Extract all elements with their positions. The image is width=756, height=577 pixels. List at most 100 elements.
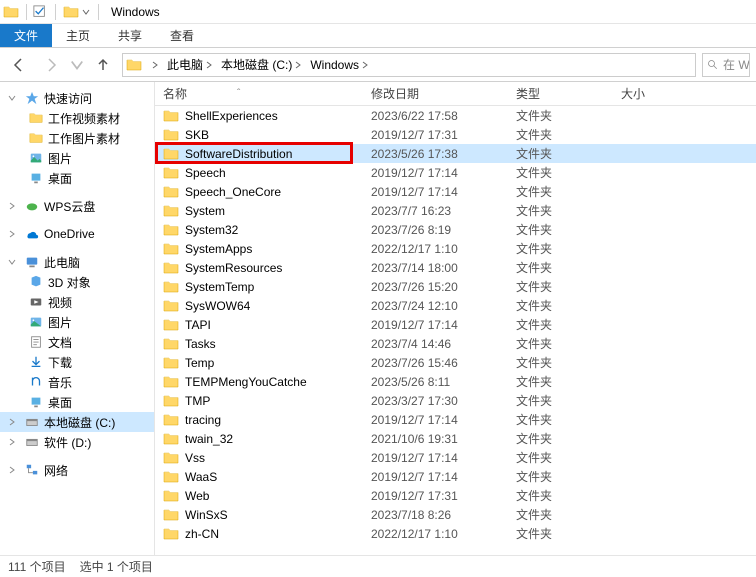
sidebar-item[interactable]: 文档 [0,332,154,352]
search-placeholder: 在 W [723,56,750,73]
file-type: 文件夹 [516,259,621,276]
folder-icon [163,203,179,219]
col-type[interactable]: 类型 [516,85,621,102]
table-row[interactable]: Temp2023/7/26 15:46文件夹 [155,353,756,372]
item-icon [28,334,44,350]
table-row[interactable]: Speech_OneCore 2019/12/7 17:14文件夹 [155,182,756,201]
tab-file[interactable]: 文件 [0,24,52,47]
col-name[interactable]: 名称ˆ [159,85,371,102]
item-icon [28,374,44,390]
crumb-root-chevron[interactable] [145,54,163,76]
sidebar-item[interactable]: 视频 [0,292,154,312]
table-row[interactable]: tracing2019/12/7 17:14文件夹 [155,410,756,429]
table-row[interactable]: Speech2019/12/7 17:14文件夹 [155,163,756,182]
table-row[interactable]: SystemApps2022/12/17 1:10文件夹 [155,239,756,258]
forward-button[interactable] [38,52,64,78]
folder-icon [163,412,179,428]
table-row[interactable]: SystemResources2023/7/14 18:00文件夹 [155,258,756,277]
table-row[interactable]: Tasks2023/7/4 14:46文件夹 [155,334,756,353]
sidebar-item[interactable]: 3D 对象 [0,272,154,292]
sidebar-item[interactable]: 图片 [0,312,154,332]
sidebar-item[interactable]: 音乐 [0,372,154,392]
file-name: Vss [185,451,205,465]
network-icon [24,462,40,478]
table-row[interactable]: ShellExperiences2023/6/22 17:58文件夹 [155,106,756,125]
sidebar-item[interactable]: 软件 (D:) [0,432,154,452]
folder-icon [163,469,179,485]
sidebar-quick-access[interactable]: 快速访问 [0,88,154,108]
table-row[interactable]: TEMPMengYouCatche2023/5/26 8:11文件夹 [155,372,756,391]
table-row[interactable]: TAPI2019/12/7 17:14文件夹 [155,315,756,334]
column-headers[interactable]: 名称ˆ 修改日期 类型 大小 [155,82,756,106]
sidebar-item[interactable]: 本地磁盘 (C:) [0,412,154,432]
table-row[interactable]: SoftwareDistribution2023/5/26 17:38文件夹 [155,144,756,163]
table-row[interactable]: TMP2023/3/27 17:30文件夹 [155,391,756,410]
sidebar-item[interactable]: 桌面 [0,392,154,412]
file-name: twain_32 [185,432,233,446]
sidebar-thispc[interactable]: 此电脑 [0,252,154,272]
file-date: 2023/3/27 17:30 [371,394,516,408]
file-name: Speech_OneCore [185,185,281,199]
tab-view[interactable]: 查看 [156,24,208,47]
search-input[interactable]: 在 W [702,53,750,77]
table-row[interactable]: Vss2019/12/7 17:14文件夹 [155,448,756,467]
file-type: 文件夹 [516,183,621,200]
file-type: 文件夹 [516,525,621,542]
sidebar-item[interactable]: 桌面 [0,168,154,188]
table-row[interactable]: Web2019/12/7 17:31文件夹 [155,486,756,505]
nav-bar: 此电脑 本地磁盘 (C:) Windows 在 W [0,48,756,82]
status-selected: 选中 1 个项目 [80,558,153,575]
file-date: 2023/5/26 8:11 [371,375,516,389]
file-name: WinSxS [185,508,228,522]
sidebar-onedrive[interactable]: OneDrive [0,224,154,244]
table-row[interactable]: System2023/7/7 16:23文件夹 [155,201,756,220]
qat-dropdown-icon[interactable] [82,8,94,16]
computer-icon [24,254,40,270]
address-bar[interactable]: 此电脑 本地磁盘 (C:) Windows [122,53,696,77]
file-name: TAPI [185,318,211,332]
status-bar: 111 个项目 选中 1 个项目 [0,555,756,577]
sidebar-network[interactable]: 网络 [0,460,154,480]
sidebar-item[interactable]: 下载 [0,352,154,372]
file-list[interactable]: ShellExperiences2023/6/22 17:58文件夹SKB201… [155,106,756,555]
crumb-thispc[interactable]: 此电脑 [163,54,217,76]
table-row[interactable]: WaaS2019/12/7 17:14文件夹 [155,467,756,486]
file-name: WaaS [185,470,217,484]
file-date: 2022/12/17 1:10 [371,242,516,256]
file-date: 2019/12/7 17:14 [371,185,516,199]
table-row[interactable]: SystemTemp2023/7/26 15:20文件夹 [155,277,756,296]
table-row[interactable]: SysWOW642023/7/24 12:10文件夹 [155,296,756,315]
file-date: 2023/7/24 12:10 [371,299,516,313]
sidebar-item[interactable]: 工作图片素材 [0,128,154,148]
col-date[interactable]: 修改日期 [371,85,516,102]
item-icon [28,354,44,370]
file-name: SoftwareDistribution [185,147,292,161]
file-date: 2023/7/26 8:19 [371,223,516,237]
sidebar-wps[interactable]: WPS云盘 [0,196,154,216]
sidebar-item[interactable]: 工作视频素材 [0,108,154,128]
back-button[interactable] [6,52,32,78]
folder-icon [163,165,179,181]
app-folder-icon [2,3,20,21]
file-date: 2019/12/7 17:14 [371,470,516,484]
file-name: System32 [185,223,238,237]
file-type: 文件夹 [516,202,621,219]
folder-icon [163,260,179,276]
table-row[interactable]: WinSxS2023/7/18 8:26文件夹 [155,505,756,524]
qat-checkbox-icon[interactable] [33,5,49,19]
table-row[interactable]: System322023/7/26 8:19文件夹 [155,220,756,239]
tab-home[interactable]: 主页 [52,24,104,47]
history-dropdown-icon[interactable] [70,52,84,78]
table-row[interactable]: zh-CN2022/12/17 1:10文件夹 [155,524,756,543]
file-name: Temp [185,356,214,370]
table-row[interactable]: twain_322021/10/6 19:31文件夹 [155,429,756,448]
sidebar-item[interactable]: 图片 [0,148,154,168]
up-button[interactable] [90,52,116,78]
crumb-folder[interactable]: Windows [306,54,373,76]
table-row[interactable]: SKB2019/12/7 17:31文件夹 [155,125,756,144]
crumb-drive[interactable]: 本地磁盘 (C:) [217,54,306,76]
col-size[interactable]: 大小 [621,85,701,102]
qat-folder-icon[interactable] [62,3,80,21]
tab-share[interactable]: 共享 [104,24,156,47]
file-name: Web [185,489,209,503]
